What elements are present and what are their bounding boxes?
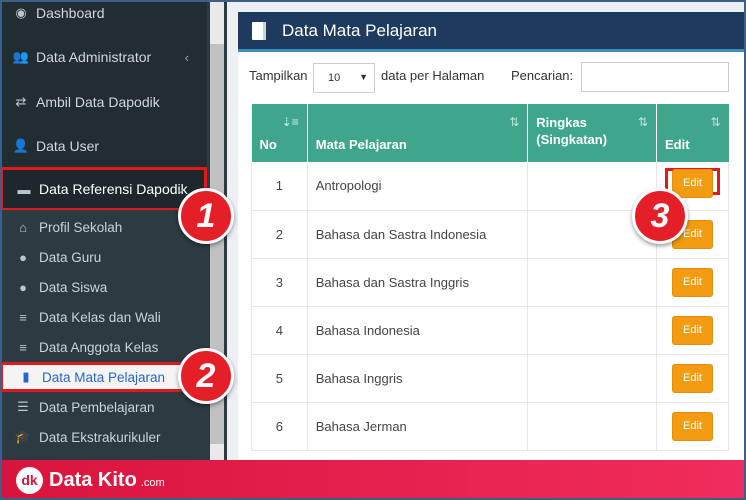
column-header-edit[interactable]: ⇅ Edit xyxy=(656,104,729,162)
per-page-label: data per Halaman xyxy=(381,68,485,83)
column-header-mata-pelajaran[interactable]: ⇅ Mata Pelajaran xyxy=(307,104,529,162)
search-label: Pencarian: xyxy=(511,68,574,83)
server-icon: ☰ xyxy=(17,399,29,414)
footer-banner: dk Data Kito .com xyxy=(0,460,746,500)
row-abbreviation xyxy=(527,402,657,451)
caret-down-icon: ▼ xyxy=(359,72,368,82)
submenu-data-ekstrakurikuler[interactable]: 🎓 Data Ekstrakurikuler xyxy=(0,422,207,452)
submenu-label: Data Ekstrakurikuler xyxy=(39,429,161,445)
sort-icon: ⇅ xyxy=(509,115,520,129)
step-badge-2: 2 xyxy=(178,348,234,404)
dashboard-icon: ◉ xyxy=(15,5,27,20)
search-input[interactable] xyxy=(581,62,729,92)
page-size-select[interactable]: 10 ▼ xyxy=(313,63,375,93)
edit-button[interactable]: Edit xyxy=(671,363,713,393)
submenu-label: Data Kelas dan Wali xyxy=(39,309,161,325)
submenu-label: Data Mata Pelajaran xyxy=(42,369,166,385)
submenu-label: Data Guru xyxy=(39,249,102,265)
row-number: 5 xyxy=(251,354,308,403)
sort-asc-icon: ⇣≡ xyxy=(281,115,299,129)
row-number: 2 xyxy=(251,210,308,259)
user-icon: ● xyxy=(19,279,27,295)
row-subject: Bahasa dan Sastra Indonesia xyxy=(307,210,529,259)
row-edit-cell: Edit xyxy=(656,354,730,403)
submenu-data-anggota-kelas[interactable]: ≡ Data Anggota Kelas xyxy=(0,332,207,362)
submenu-label: Profil Sekolah xyxy=(39,219,123,235)
row-subject: Antropologi xyxy=(307,162,529,211)
sort-icon: ⇅ xyxy=(710,115,721,129)
table-row: 5 Bahasa Inggris Edit xyxy=(251,354,730,403)
row-number: 1 xyxy=(251,162,308,211)
sidebar: ◉ Dashboard 👥 Data Administrator ‹ ⇄ Amb… xyxy=(0,0,207,460)
submenu-data-mata-pelajaran[interactable]: ▮ Data Mata Pelajaran xyxy=(0,362,207,392)
sort-icon: ⇅ xyxy=(637,115,648,129)
user-icon: ● xyxy=(19,249,27,265)
datakito-logo-icon: dk xyxy=(16,466,43,494)
submenu-data-guru[interactable]: ● Data Guru xyxy=(0,242,207,272)
row-edit-cell: Edit xyxy=(656,306,730,355)
list-icon: ≡ xyxy=(19,339,27,355)
menu-label: Data User xyxy=(36,138,100,154)
menu-data-user[interactable]: 👤 Data User xyxy=(0,124,207,168)
submenu-data-kelas-dan-wali[interactable]: ≡ Data Kelas dan Wali xyxy=(0,302,207,332)
row-abbreviation xyxy=(527,306,657,355)
chevron-down-icon: ⌄ xyxy=(175,181,186,196)
show-label: Tampilkan xyxy=(249,68,308,83)
submenu-data-siswa[interactable]: ● Data Siswa xyxy=(0,272,207,302)
step-badge-3: 3 xyxy=(632,188,688,244)
users-icon: 👥 xyxy=(12,49,30,64)
row-subject: Bahasa Jerman xyxy=(307,402,529,451)
row-subject: Bahasa Indonesia xyxy=(307,306,529,355)
row-subject: Bahasa Inggris xyxy=(307,354,529,403)
desktop-icon: ▬ xyxy=(17,181,31,197)
submenu-label: Data Pembelajaran xyxy=(39,399,155,415)
row-number: 4 xyxy=(251,306,308,355)
menu-label: Ambil Data Dapodik xyxy=(36,94,160,110)
menu-dashboard[interactable]: ◉ Dashboard xyxy=(0,0,207,26)
column-header-ringkas[interactable]: ⇅ Ringkas (Singkatan) xyxy=(527,104,657,162)
submenu-profil-sekolah[interactable]: ⌂ Profil Sekolah xyxy=(0,212,207,242)
submenu-label: Data Anggota Kelas xyxy=(39,339,159,355)
table-row: 4 Bahasa Indonesia Edit xyxy=(251,306,730,355)
edit-button[interactable]: Edit xyxy=(671,267,713,297)
menu-data-administrator[interactable]: 👥 Data Administrator ‹ xyxy=(0,36,207,78)
row-number: 3 xyxy=(251,258,308,307)
shuffle-icon: ⇄ xyxy=(15,94,27,109)
book-icon: ▮ xyxy=(22,369,30,384)
menu-data-referensi-dapodik[interactable]: ▬ Data Referensi Dapodik ⌄ xyxy=(0,167,207,211)
menu-label: Data Administrator xyxy=(36,49,152,65)
table-controls: Tampilkan 10 ▼ data per Halaman Pencaria… xyxy=(249,62,739,94)
chevron-left-icon: ‹ xyxy=(184,49,189,65)
submenu-label: Data Siswa xyxy=(39,279,108,295)
row-edit-cell: Edit xyxy=(656,402,730,451)
user-group-icon: 👤 xyxy=(12,138,30,153)
home-icon: ⌂ xyxy=(19,219,27,235)
column-header-no[interactable]: ⇣≡ No xyxy=(251,104,308,162)
row-edit-cell: Edit xyxy=(656,258,730,307)
row-subject: Bahasa dan Sastra Inggris xyxy=(307,258,529,307)
row-number: 6 xyxy=(251,402,308,451)
row-abbreviation xyxy=(527,354,657,403)
menu-label: Dashboard xyxy=(36,5,105,21)
graduation-cap-icon: 🎓 xyxy=(14,429,32,444)
edit-button[interactable]: Edit xyxy=(671,315,713,345)
edit-button[interactable]: Edit xyxy=(671,411,713,441)
page-size-value: 10 xyxy=(328,72,341,84)
row-abbreviation xyxy=(527,258,657,307)
book-icon xyxy=(252,21,266,40)
table-row: 6 Bahasa Jerman Edit xyxy=(251,402,730,451)
step-badge-1: 1 xyxy=(178,188,234,244)
brand-suffix: .com xyxy=(140,477,165,489)
page-title: Data Mata Pelajaran xyxy=(282,20,437,40)
table-row: 3 Bahasa dan Sastra Inggris Edit xyxy=(251,258,730,307)
brand-name: Data Kito xyxy=(49,468,137,491)
list-icon: ≡ xyxy=(19,309,27,325)
menu-label: Data Referensi Dapodik xyxy=(39,181,188,197)
panel-header: Data Mata Pelajaran xyxy=(238,12,746,52)
submenu-data-pembelajaran[interactable]: ☰ Data Pembelajaran xyxy=(0,392,207,422)
menu-ambil-data-dapodik[interactable]: ⇄ Ambil Data Dapodik xyxy=(0,80,207,124)
subjects-table: ⇣≡ No ⇅ Mata Pelajaran ⇅ Ringkas (Singka… xyxy=(251,104,730,451)
